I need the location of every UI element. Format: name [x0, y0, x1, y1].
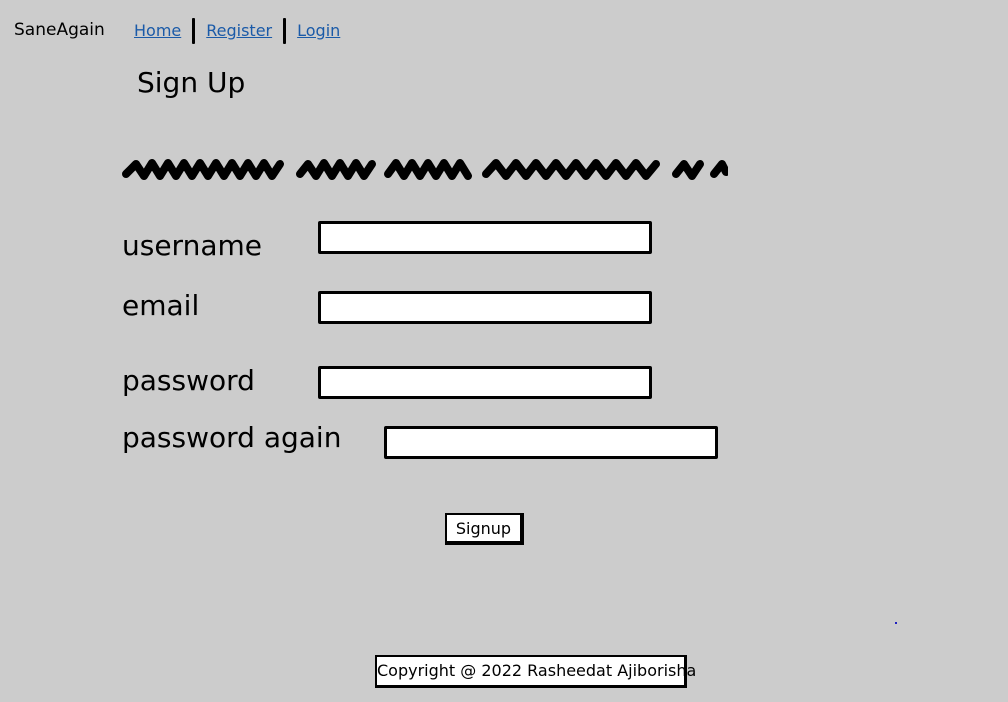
- top-nav: Home Register Login: [133, 17, 341, 45]
- nav-separator: [283, 18, 287, 44]
- signup-button[interactable]: Signup: [445, 513, 524, 545]
- password-again-input[interactable]: [384, 426, 718, 459]
- nav-link-register[interactable]: Register: [205, 21, 273, 41]
- footer-copyright: Copyright @ 2022 Rasheedat Ajiborisha: [375, 655, 696, 688]
- email-input[interactable]: [318, 291, 652, 324]
- scribbled-text: [122, 159, 728, 180]
- brand-logo: SaneAgain: [14, 20, 105, 40]
- nav-separator: [192, 18, 196, 44]
- email-label: email: [122, 289, 200, 322]
- password-input[interactable]: [318, 366, 652, 399]
- page-title: Sign Up: [137, 66, 246, 99]
- nav-link-login[interactable]: Login: [296, 21, 341, 41]
- nav-link-home[interactable]: Home: [133, 21, 182, 41]
- password-label: password: [122, 364, 255, 397]
- password-again-label: password again: [122, 421, 342, 454]
- stray-dot: [895, 622, 897, 624]
- username-label: username: [122, 229, 262, 262]
- username-input[interactable]: [318, 221, 652, 254]
